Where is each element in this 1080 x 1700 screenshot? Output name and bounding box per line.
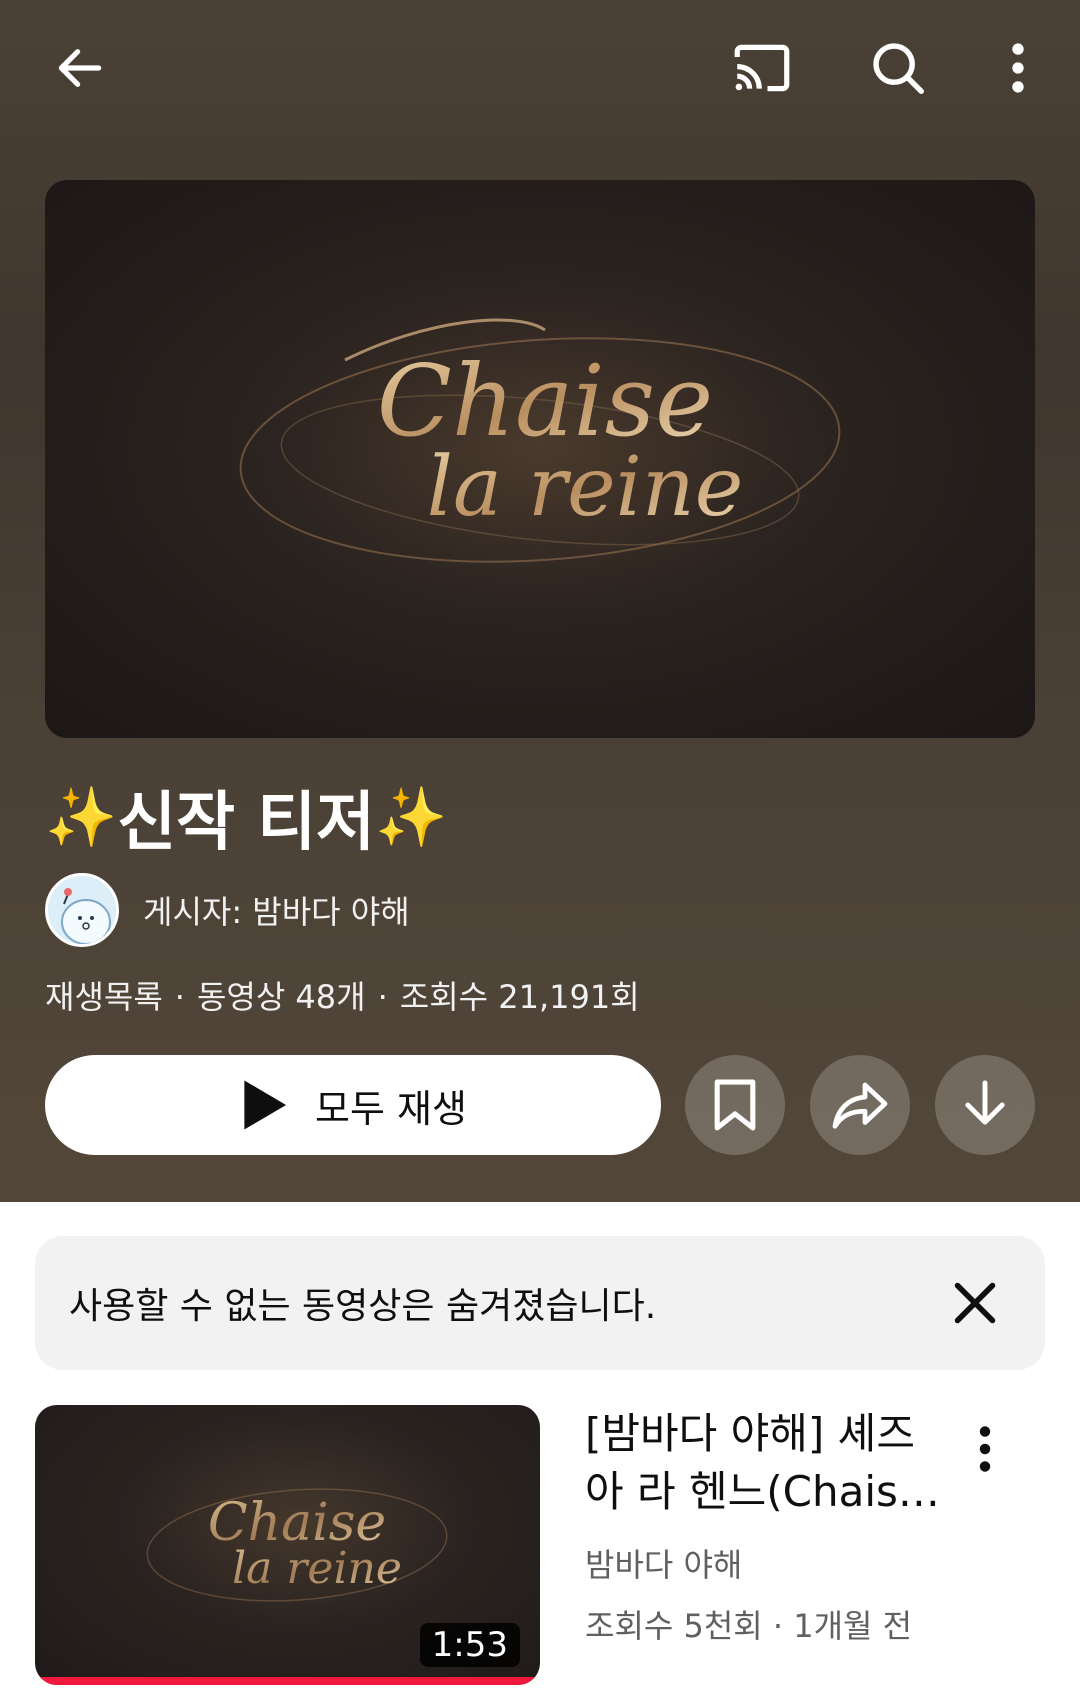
video-views: 조회수 5천회	[585, 1607, 763, 1645]
avatar-image	[61, 888, 111, 944]
sparkles-icon: ✨	[375, 782, 448, 851]
meta-view-count: 조회수 21,191회	[399, 978, 640, 1016]
meta-separator: ·	[377, 978, 388, 1016]
search-icon	[873, 43, 924, 94]
play-all-label: 모두 재생	[315, 1086, 467, 1131]
playlist-title: ✨ 신작 티저 ✨	[45, 772, 447, 862]
playlist-title-text: 신작 티저	[117, 786, 376, 860]
thumbnail-text-2: la reine	[232, 1543, 402, 1594]
video-channel: 밤바다 야해	[585, 1546, 743, 1584]
chaise-la-reine-logo: Chaise la reine	[239, 318, 841, 563]
search-button[interactable]	[858, 28, 938, 108]
video-thumbnail[interactable]: Chaise la reine 1:53	[35, 1405, 540, 1685]
meta-video-count: 동영상 48개	[196, 978, 366, 1016]
video-age: 1개월 전	[793, 1607, 913, 1645]
stats-separator: ·	[772, 1607, 784, 1645]
avatar[interactable]	[45, 873, 119, 947]
playlist-header: Chaise la reine ✨ 신작 티저 ✨ 게시자: 밤바다 야해 재생…	[0, 0, 1080, 1202]
sparkles-icon: ✨	[45, 782, 118, 851]
author-row[interactable]: 게시자: 밤바다 야해	[45, 872, 410, 948]
duration-badge: 1:53	[419, 1623, 520, 1667]
share-button[interactable]	[810, 1055, 910, 1155]
bookmark-icon	[714, 1079, 756, 1131]
cast-button[interactable]	[722, 28, 802, 108]
share-icon	[832, 1082, 888, 1129]
video-title-line: 아 라 헨느(Chais…	[585, 1467, 940, 1516]
more-options-button[interactable]	[978, 28, 1058, 108]
arrow-left-icon	[58, 49, 102, 87]
thumbnail-text-2: la reine	[427, 440, 743, 535]
playlist-meta: 재생목록 · 동영상 48개 · 조회수 21,191회	[45, 972, 640, 1018]
download-icon	[965, 1080, 1005, 1125]
more-vertical-icon	[1012, 43, 1024, 93]
notice-close-button[interactable]	[945, 1273, 1005, 1333]
video-stats: 조회수 5천회 · 1개월 전	[585, 1601, 912, 1647]
video-more-button[interactable]	[965, 1417, 1005, 1481]
play-icon	[244, 1080, 287, 1130]
notice-text: 사용할 수 없는 동영상은 숨겨졌습니다.	[69, 1286, 657, 1327]
download-button[interactable]	[935, 1055, 1035, 1155]
save-playlist-button[interactable]	[685, 1055, 785, 1155]
cast-icon	[734, 44, 790, 92]
top-app-bar	[0, 0, 1080, 140]
more-vertical-icon	[979, 1426, 991, 1472]
hidden-videos-notice: 사용할 수 없는 동영상은 숨겨졌습니다.	[35, 1236, 1045, 1370]
meta-type: 재생목록	[45, 978, 163, 1016]
close-icon	[954, 1282, 996, 1324]
list-item[interactable]: Chaise la reine 1:53 [밤바다 야해] 셰즈 아 라 헨느(…	[35, 1405, 1045, 1685]
meta-separator: ·	[174, 978, 185, 1016]
play-all-button[interactable]: 모두 재생	[45, 1055, 661, 1155]
playlist-thumbnail[interactable]: Chaise la reine	[45, 180, 1035, 738]
back-button[interactable]	[40, 28, 120, 108]
video-title[interactable]: [밤바다 야해] 셰즈 아 라 헨느(Chais…	[585, 1405, 975, 1521]
video-title-line: [밤바다 야해] 셰즈	[585, 1409, 915, 1458]
author-label[interactable]: 게시자: 밤바다 야해	[143, 887, 410, 933]
watch-progress-bar	[35, 1677, 540, 1685]
